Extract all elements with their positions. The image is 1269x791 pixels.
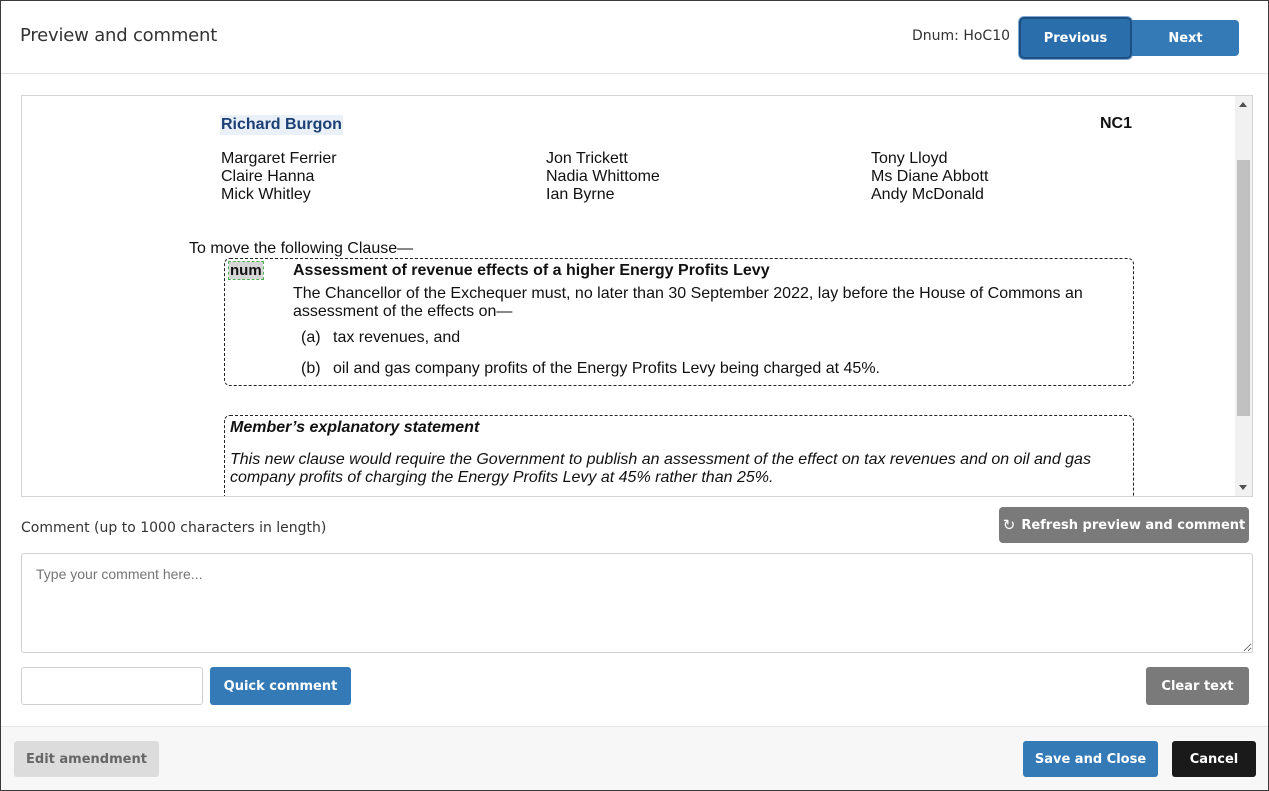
paragraph-text: tax revenues, and xyxy=(333,329,461,346)
supporter-name: Claire Hanna xyxy=(221,168,315,185)
scrollbar-thumb[interactable] xyxy=(1237,160,1250,416)
quick-comment-input[interactable] xyxy=(21,667,203,705)
refresh-button-label: Refresh preview and comment xyxy=(1021,517,1246,533)
refresh-icon: ↻ xyxy=(1002,516,1016,534)
supporter-name: Tony Lloyd xyxy=(871,150,948,167)
move-clause-text: To move the following Clause— xyxy=(189,240,414,257)
amendment-number: NC1 xyxy=(1100,115,1133,132)
scroll-down-icon[interactable] xyxy=(1239,485,1247,490)
amendment-preview[interactable]: Richard Burgon NC1 Margaret Ferrier Clai… xyxy=(21,95,1253,497)
explanatory-heading: Member’s explanatory statement xyxy=(230,419,480,436)
supporter-name: Jon Trickett xyxy=(546,150,628,167)
dialog-header: Preview and comment Dnum: HoC10 Previous… xyxy=(1,1,1268,74)
supporter-name: Nadia Whittome xyxy=(546,168,660,185)
refresh-preview-button[interactable]: ↻ Refresh preview and comment xyxy=(999,507,1249,543)
supporters-column: Jon Trickett Nadia Whittome Ian Byrne xyxy=(546,150,871,204)
comment-label: Comment (up to 1000 characters in length… xyxy=(21,520,327,536)
supporter-name: Ian Byrne xyxy=(546,186,615,203)
preview-dialog: Preview and comment Dnum: HoC10 Previous… xyxy=(0,0,1269,791)
cancel-button[interactable]: Cancel xyxy=(1172,741,1256,777)
supporters-column: Margaret Ferrier Claire Hanna Mick Whitl… xyxy=(221,150,546,204)
supporters-list: Margaret Ferrier Claire Hanna Mick Whitl… xyxy=(221,150,1201,204)
scroll-up-icon[interactable] xyxy=(1239,102,1247,107)
supporter-name: Margaret Ferrier xyxy=(221,150,337,167)
preview-document: Richard Burgon NC1 Margaret Ferrier Clai… xyxy=(22,96,1236,496)
next-button[interactable]: Next xyxy=(1132,20,1239,56)
preview-scrollbar[interactable] xyxy=(1235,96,1252,496)
member-in-charge: Richard Burgon xyxy=(220,115,343,135)
supporter-name: Ms Diane Abbott xyxy=(871,168,989,185)
explanatory-text: This new clause would require the Govern… xyxy=(230,451,1091,486)
comment-textarea[interactable] xyxy=(21,553,1253,653)
edit-amendment-button[interactable]: Edit amendment xyxy=(14,741,159,777)
save-and-close-button[interactable]: Save and Close xyxy=(1023,741,1158,777)
supporters-column: Tony Lloyd Ms Diane Abbott Andy McDonald xyxy=(871,150,1196,204)
clause-title: Assessment of revenue effects of a highe… xyxy=(293,262,770,279)
dialog-title: Preview and comment xyxy=(20,25,218,46)
paragraph-label: (a) xyxy=(301,329,321,346)
clear-text-button[interactable]: Clear text xyxy=(1146,667,1249,705)
paragraph-label: (b) xyxy=(301,360,321,377)
supporter-name: Mick Whitley xyxy=(221,186,311,203)
clause-paragraph: (b) oil and gas company profits of the En… xyxy=(301,360,880,378)
dnum-label: Dnum: HoC10 xyxy=(912,28,1011,44)
supporter-name: Andy McDonald xyxy=(871,186,984,203)
quick-comment-button[interactable]: Quick comment xyxy=(210,667,351,705)
clause-body: The Chancellor of the Exchequer must, no… xyxy=(293,285,1083,320)
clause-number-placeholder: num xyxy=(228,261,264,280)
clause-paragraph: (a) tax revenues, and xyxy=(301,329,460,347)
paragraph-text: oil and gas company profits of the Energ… xyxy=(333,360,880,377)
previous-button[interactable]: Previous xyxy=(1019,17,1132,59)
